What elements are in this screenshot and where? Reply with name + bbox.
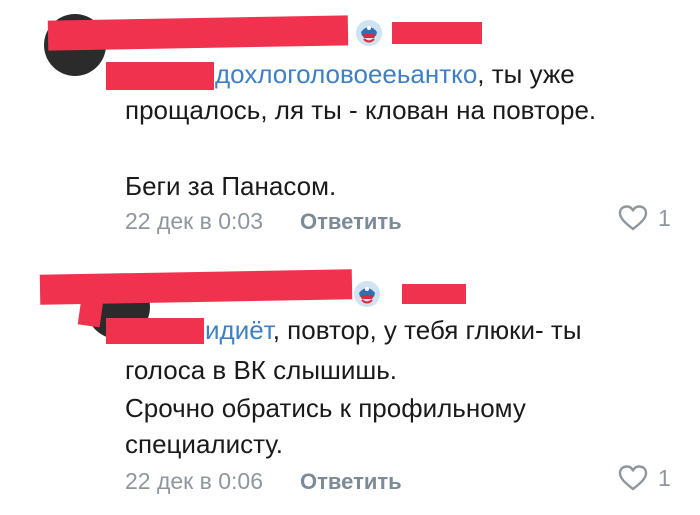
redacted-author-name [77, 290, 105, 328]
redacted-author-name [47, 15, 349, 51]
reply-button[interactable]: Ответить [300, 469, 402, 495]
comment-body-line: Срочно обратись к профильному [125, 393, 526, 423]
like-button[interactable]: 1 [618, 464, 671, 492]
redacted-mention [106, 318, 204, 344]
comment-body-line: идиёт, повтор, у тебя глюки- ты [205, 315, 582, 345]
comment-body-line: дохлоголовоееьантко, ты уже [215, 59, 575, 89]
comment-body-line: голоса в ВК слышишь. [125, 355, 398, 385]
comment-date: 22 дек в 0:03 [125, 208, 264, 234]
mention-link[interactable]: идиёт [205, 315, 273, 345]
heart-outline-icon [618, 465, 648, 491]
comment-date: 22 дек в 0:06 [125, 468, 264, 494]
mention-link[interactable]: дохлоголовоееьантко [215, 59, 477, 89]
comment-body-line: Беги за Панасом. [125, 171, 337, 201]
reply-button[interactable]: Ответить [300, 209, 402, 235]
comment-body-line: специалисту. [125, 429, 283, 459]
captain-america-badge-icon [354, 281, 380, 307]
comment-body-line: прощалось, ля ты - клован на повторе. [125, 95, 597, 125]
redacted-author-name [402, 284, 466, 304]
redacted-author-name [392, 22, 482, 44]
redacted-mention [106, 62, 214, 90]
like-count: 1 [658, 464, 671, 491]
like-count: 1 [658, 204, 671, 231]
heart-outline-icon [618, 205, 648, 231]
captain-america-badge-icon [356, 20, 382, 46]
like-button[interactable]: 1 [618, 204, 671, 232]
